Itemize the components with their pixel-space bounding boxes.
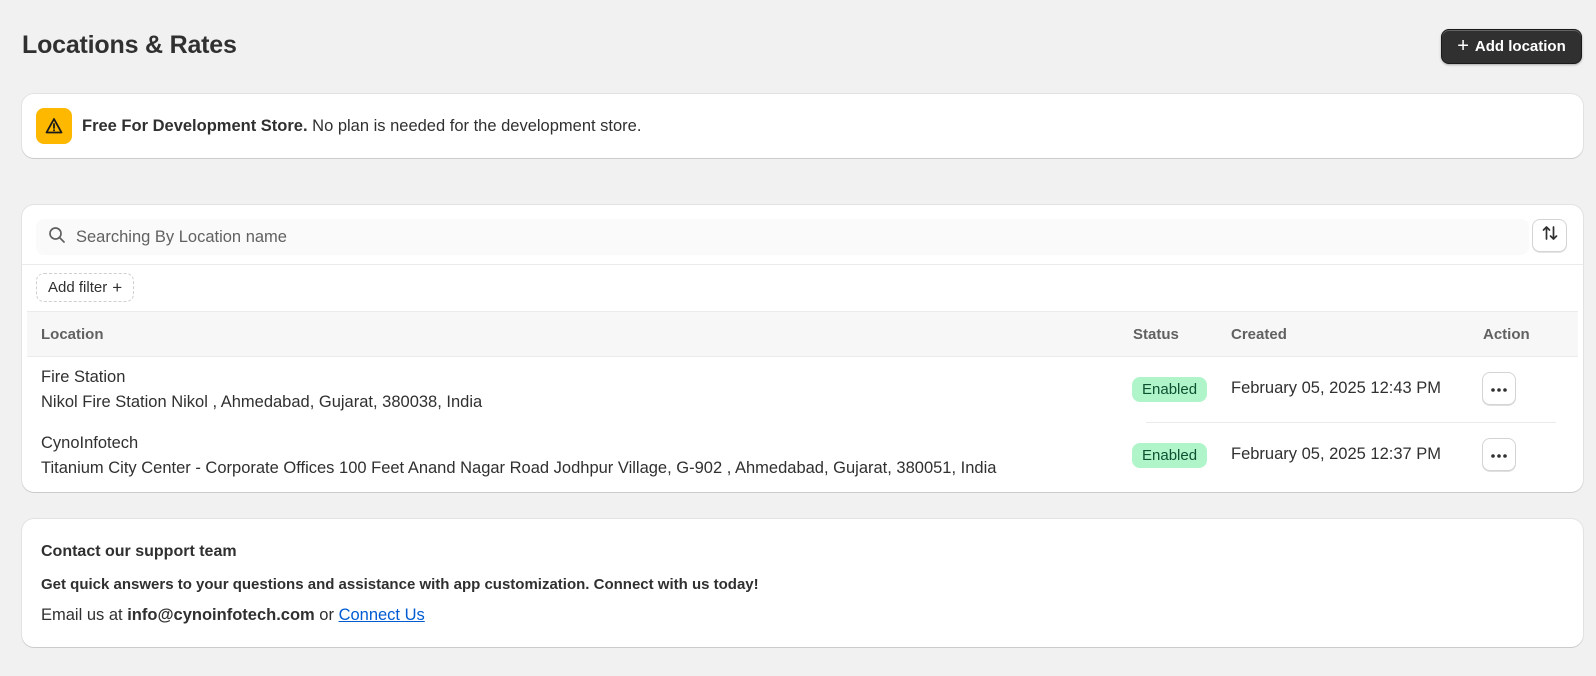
column-header-action: Action bbox=[1483, 326, 1530, 343]
banner-bold-text: Free For Development Store. bbox=[82, 116, 308, 135]
search-row bbox=[22, 205, 1583, 265]
row-actions-button[interactable] bbox=[1482, 438, 1516, 471]
search-box[interactable] bbox=[36, 219, 1529, 255]
support-card: Contact our support team Get quick answe… bbox=[22, 519, 1583, 647]
status-badge: Enabled bbox=[1132, 377, 1208, 402]
support-email-line: Email us at info@cynoinfotech.com or Con… bbox=[41, 606, 425, 625]
dev-store-banner: Free For Development Store. No plan is n… bbox=[22, 94, 1583, 158]
support-title: Contact our support team bbox=[41, 543, 237, 560]
location-address: Nikol Fire Station Nikol , Ahmedabad, Gu… bbox=[41, 393, 483, 411]
page-title: Locations & Rates bbox=[22, 31, 237, 59]
add-location-button[interactable]: + Add location bbox=[1441, 29, 1582, 64]
locations-table-card: Add filter + Location Status Created Act… bbox=[22, 205, 1583, 492]
column-header-location: Location bbox=[41, 326, 104, 343]
support-email: info@cynoinfotech.com bbox=[127, 606, 315, 624]
location-name: CynoInfotech bbox=[41, 434, 139, 452]
table-header: Location Status Created Action bbox=[27, 311, 1578, 357]
created-date: February 05, 2025 12:43 PM bbox=[1231, 379, 1442, 397]
location-name: Fire Station bbox=[41, 368, 126, 386]
or-text: or bbox=[314, 606, 339, 624]
plus-icon: + bbox=[1457, 34, 1469, 57]
table-row: Fire Station Nikol Fire Station Nikol , … bbox=[27, 357, 1578, 423]
sort-button[interactable] bbox=[1532, 219, 1567, 252]
warning-triangle-icon bbox=[36, 108, 72, 144]
search-input[interactable] bbox=[76, 227, 1476, 247]
filter-row: Add filter + bbox=[22, 265, 1583, 311]
support-description: Get quick answers to your questions and … bbox=[41, 576, 759, 593]
column-header-status: Status bbox=[1133, 326, 1179, 343]
banner-message: Free For Development Store. No plan is n… bbox=[82, 117, 641, 136]
location-address: Titanium City Center - Corporate Offices… bbox=[41, 459, 997, 477]
created-date: February 05, 2025 12:37 PM bbox=[1231, 445, 1442, 463]
table-row: CynoInfotech Titanium City Center - Corp… bbox=[27, 423, 1578, 489]
status-badge: Enabled bbox=[1132, 443, 1208, 468]
connect-us-link[interactable]: Connect Us bbox=[339, 606, 425, 624]
search-icon bbox=[48, 226, 66, 249]
column-header-created: Created bbox=[1231, 326, 1287, 343]
more-horizontal-icon bbox=[1490, 380, 1508, 398]
row-actions-button[interactable] bbox=[1482, 372, 1516, 405]
banner-text: No plan is needed for the development st… bbox=[307, 116, 642, 135]
add-location-label: Add location bbox=[1474, 38, 1566, 55]
add-filter-button[interactable]: Add filter + bbox=[36, 273, 135, 302]
plus-icon: + bbox=[112, 278, 123, 297]
more-horizontal-icon bbox=[1490, 446, 1508, 464]
email-prefix: Email us at bbox=[41, 606, 128, 624]
sort-arrows-icon bbox=[1541, 224, 1559, 247]
add-filter-label: Add filter bbox=[48, 279, 108, 296]
